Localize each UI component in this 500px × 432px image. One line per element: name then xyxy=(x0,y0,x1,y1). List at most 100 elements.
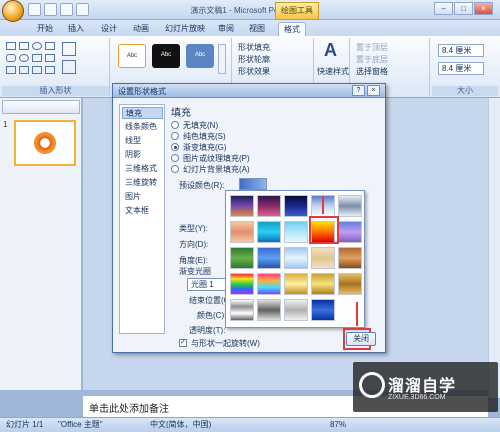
size-label: 大小 xyxy=(432,86,498,96)
window-controls: – □ × xyxy=(434,2,496,16)
preset-colors-dropdown[interactable] xyxy=(239,178,267,190)
slide-number: 1 xyxy=(3,120,8,129)
office-button[interactable] xyxy=(2,0,24,22)
tab-design[interactable]: 设计 xyxy=(96,22,122,36)
vertical-scrollbar[interactable] xyxy=(488,98,500,398)
preset-calm-water[interactable] xyxy=(284,221,308,243)
gradient-stops-label: 渐变光圈 xyxy=(179,267,211,276)
star-shape-icon[interactable] xyxy=(6,66,16,74)
curve-shape-icon[interactable] xyxy=(32,66,42,74)
style-swatch-white[interactable]: Abc xyxy=(118,44,146,68)
arrow-shape-icon[interactable] xyxy=(45,54,55,62)
style-swatch-black[interactable]: Abc xyxy=(152,44,180,68)
preset-brass[interactable] xyxy=(338,273,362,295)
preset-nightfall[interactable] xyxy=(284,195,308,217)
preset-rainbow[interactable] xyxy=(230,273,254,295)
save-icon[interactable] xyxy=(28,3,41,16)
watermark-brand: 溜溜自学 xyxy=(388,378,457,395)
gradient-stop-select[interactable]: 光圈 1 xyxy=(187,278,229,291)
slide-thumbnail[interactable] xyxy=(14,120,76,166)
draw-textbox-icon[interactable] xyxy=(62,60,76,74)
preset-gold[interactable] xyxy=(284,273,308,295)
preset-late-sunset[interactable] xyxy=(257,195,281,217)
preset-chrome-2[interactable] xyxy=(257,299,281,321)
tab-slideshow[interactable]: 幻灯片放映 xyxy=(160,22,210,36)
shape-effects-button[interactable]: 形状效果 xyxy=(238,66,270,77)
shape-outline-button[interactable]: 形状轮廓 xyxy=(238,54,270,65)
preset-fire[interactable] xyxy=(311,221,335,243)
rotate-with-shape-checkbox[interactable]: ✓ xyxy=(179,339,187,347)
preset-ocean[interactable] xyxy=(257,221,281,243)
tab-format[interactable]: 格式 xyxy=(278,22,306,36)
preset-early-sunset[interactable] xyxy=(230,195,254,217)
nav-line-color[interactable]: 线条颜色 xyxy=(122,121,163,133)
triangle-shape-icon[interactable] xyxy=(32,54,42,62)
width-input[interactable]: 8.4 厘米 xyxy=(438,62,484,75)
maximize-button[interactable]: □ xyxy=(454,2,473,15)
tab-review[interactable]: 审阅 xyxy=(213,22,239,36)
quick-styles-button[interactable]: 快速样式 xyxy=(317,66,349,77)
nav-picture[interactable]: 图片 xyxy=(122,191,163,203)
brace-shape-icon[interactable] xyxy=(19,66,29,74)
nav-textbox[interactable]: 文本框 xyxy=(122,205,163,217)
picture-fill-radio[interactable] xyxy=(171,154,179,162)
close-window-button[interactable]: × xyxy=(474,2,493,15)
rectangle-shape-icon[interactable] xyxy=(6,42,16,50)
nav-fill[interactable]: 填充 xyxy=(122,107,163,119)
no-fill-radio[interactable] xyxy=(171,121,179,129)
preset-parchment[interactable] xyxy=(311,247,335,269)
freeform-shape-icon[interactable] xyxy=(45,66,55,74)
solid-fill-radio[interactable] xyxy=(171,132,179,140)
nav-shadow[interactable]: 阴影 xyxy=(122,149,163,161)
preset-desert[interactable] xyxy=(230,221,254,243)
edit-shape-icon[interactable] xyxy=(62,42,76,56)
tab-view[interactable]: 视图 xyxy=(244,22,270,36)
tab-home[interactable]: 开始 xyxy=(32,22,58,36)
gradient-fill-radio[interactable] xyxy=(171,143,179,151)
donut-shape-thumbnail xyxy=(34,132,56,154)
preset-moss[interactable] xyxy=(230,247,254,269)
preset-mahogany[interactable] xyxy=(338,247,362,269)
style-swatch-blue[interactable]: Abc xyxy=(186,44,214,68)
preset-chrome[interactable] xyxy=(230,299,254,321)
wordart-a-icon[interactable]: A xyxy=(324,40,337,61)
tab-animations[interactable]: 动画 xyxy=(128,22,154,36)
minimize-button[interactable]: – xyxy=(434,2,453,15)
selection-pane-button[interactable]: 选择窗格 xyxy=(356,66,388,77)
tab-insert[interactable]: 插入 xyxy=(63,22,89,36)
slides-outline-tabs[interactable] xyxy=(2,100,80,114)
preset-gold-2[interactable] xyxy=(311,273,335,295)
dialog-help-icon[interactable]: ? xyxy=(352,85,365,96)
red-arrow-down-icon-2 xyxy=(356,302,358,326)
shape-fill-button[interactable]: 形状填充 xyxy=(238,42,270,53)
preset-sapphire[interactable] xyxy=(311,299,335,321)
send-to-back-button[interactable]: 置于底层 xyxy=(356,54,388,65)
preset-rainbow-2[interactable] xyxy=(257,273,281,295)
oval-shape-icon[interactable] xyxy=(32,42,42,50)
nav-3d-rotation[interactable]: 三维旋转 xyxy=(122,177,163,189)
preset-fog[interactable] xyxy=(338,221,362,243)
transparency-label: 透明度(T): xyxy=(189,326,226,335)
preset-silver[interactable] xyxy=(284,299,308,321)
undo-icon[interactable] xyxy=(44,3,57,16)
background-fill-radio[interactable] xyxy=(171,165,179,173)
nav-line-style[interactable]: 线型 xyxy=(122,135,163,147)
dialog-close-icon[interactable]: × xyxy=(367,85,380,96)
styles-scroll-icon[interactable] xyxy=(218,44,226,74)
circle-shape-icon[interactable] xyxy=(19,54,29,62)
preset-wheat[interactable] xyxy=(284,247,308,269)
status-zoom[interactable]: 87% xyxy=(330,418,346,432)
preset-horizon[interactable] xyxy=(338,195,362,217)
textbox-shape-icon[interactable] xyxy=(19,42,29,50)
bring-to-front-button[interactable]: 置于顶层 xyxy=(356,42,388,53)
height-input[interactable]: 8.4 厘米 xyxy=(438,44,484,57)
status-theme: "Office 主题" xyxy=(58,420,103,429)
rounded-rect-shape-icon[interactable] xyxy=(6,54,16,62)
preset-peacock[interactable] xyxy=(257,247,281,269)
customize-toolbar-icon[interactable] xyxy=(76,3,89,16)
redo-icon[interactable] xyxy=(60,3,73,16)
nav-3d-format[interactable]: 三维格式 xyxy=(122,163,163,175)
line-shape-icon[interactable] xyxy=(45,42,55,50)
red-arrow-down-icon xyxy=(322,196,324,214)
dialog-close-button[interactable]: 关闭 xyxy=(346,332,376,346)
